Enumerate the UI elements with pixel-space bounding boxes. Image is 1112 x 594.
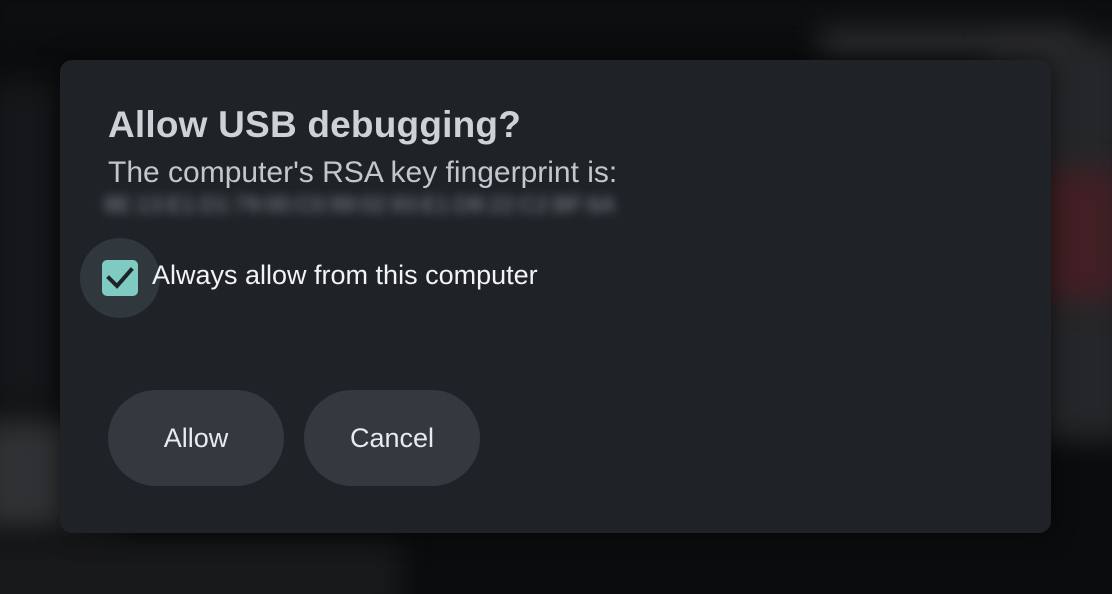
check-icon [106,267,134,289]
always-allow-checkbox[interactable] [102,260,138,296]
background-left-region [0,80,60,410]
cancel-button[interactable]: Cancel [304,390,480,486]
dialog-title: Allow USB debugging? [108,104,522,145]
rsa-fingerprint: 8E:13:E1:D1:79:00:C0:99:02:93:E1:D8:22:C… [104,192,616,217]
allow-button[interactable]: Allow [108,390,284,486]
always-allow-label[interactable]: Always allow from this computer [152,260,538,291]
background-bottom-region [0,540,400,594]
dialog-message: The computer's RSA key fingerprint is: [108,156,618,189]
always-allow-checkbox-row[interactable]: Always allow from this computer [80,238,600,318]
usb-debugging-dialog: Allow USB debugging? The computer's RSA … [60,60,1051,533]
